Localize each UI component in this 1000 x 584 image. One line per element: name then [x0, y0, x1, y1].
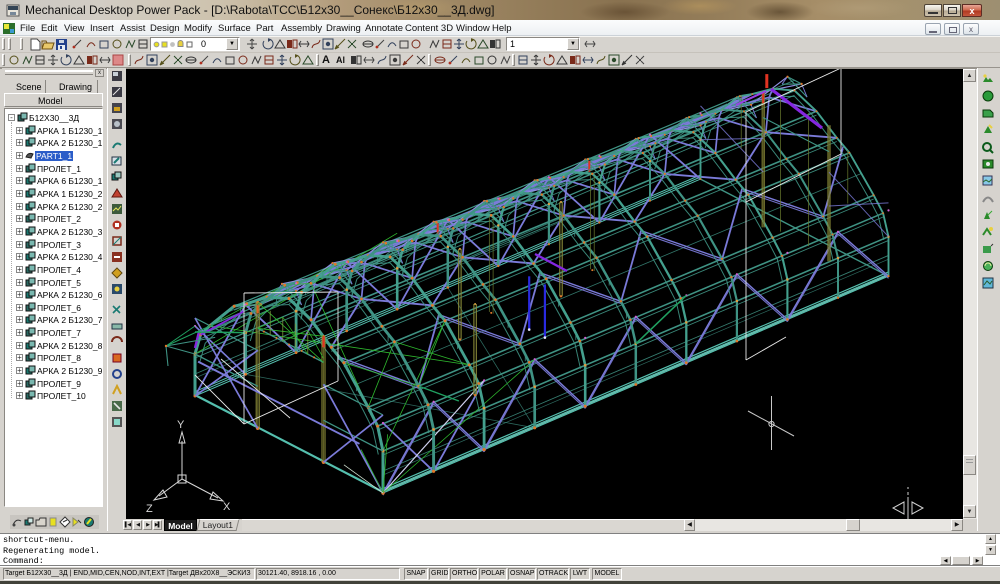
svg-text:Y: Y — [177, 419, 185, 431]
svg-text:Z: Z — [146, 503, 153, 515]
svg-text:X: X — [223, 501, 231, 513]
